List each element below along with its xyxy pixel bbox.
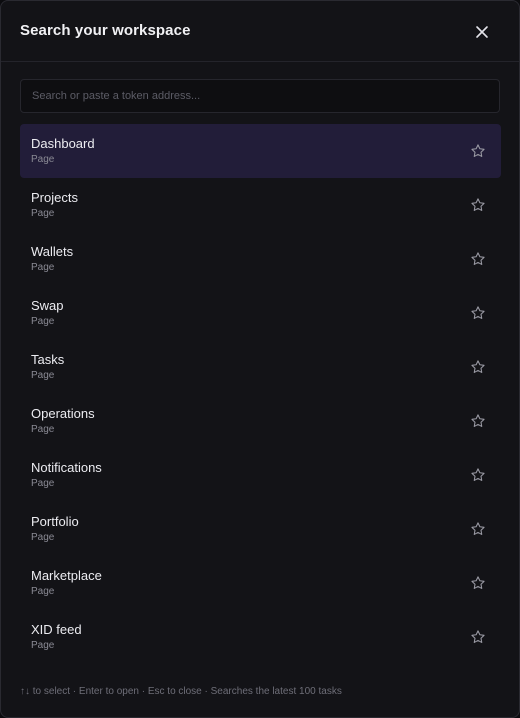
star-icon[interactable]	[470, 197, 486, 213]
result-type: Page	[31, 262, 55, 273]
result-type: Page	[31, 154, 55, 165]
result-name: Marketplace	[31, 568, 102, 583]
search-input[interactable]	[21, 80, 499, 112]
result-name: Operations	[31, 406, 95, 421]
result-type: Page	[31, 424, 55, 435]
close-icon	[476, 26, 488, 38]
result-item[interactable]: Tasks Page	[20, 340, 501, 394]
result-type: Page	[31, 532, 55, 543]
modal-title: Search your workspace	[20, 22, 191, 39]
star-icon[interactable]	[470, 521, 486, 537]
close-button[interactable]	[471, 21, 493, 43]
result-item[interactable]: Portfolio Page	[20, 502, 501, 556]
result-item[interactable]: Operations Page	[20, 394, 501, 448]
star-icon[interactable]	[470, 467, 486, 483]
star-icon[interactable]	[470, 413, 486, 429]
result-item[interactable]: Marketplace Page	[20, 556, 501, 610]
result-item[interactable]: Wallets Page	[20, 232, 501, 286]
result-item[interactable]: Swap Page	[20, 286, 501, 340]
star-icon[interactable]	[470, 359, 486, 375]
result-name: Tasks	[31, 352, 65, 367]
result-type: Page	[31, 478, 55, 489]
result-name: Notifications	[31, 460, 102, 475]
result-type: Page	[31, 208, 55, 219]
result-item[interactable]: Projects Page	[20, 178, 501, 232]
modal-header: Search your workspace	[1, 1, 519, 62]
result-name: Swap	[31, 298, 64, 313]
result-name: Wallets	[31, 244, 74, 259]
result-name: Projects	[31, 190, 78, 205]
result-list: Dashboard Page Projects Page Wallets Page Swap…	[20, 124, 501, 664]
result-name: XID feed	[31, 622, 82, 637]
star-icon[interactable]	[470, 143, 486, 159]
star-icon[interactable]	[470, 251, 486, 267]
result-type: Page	[31, 586, 55, 597]
search-box	[20, 79, 500, 113]
result-item[interactable]: XID feed Page	[20, 610, 501, 664]
result-type: Page	[31, 370, 55, 381]
result-item[interactable]: Dashboard Page	[20, 124, 501, 178]
result-name: Portfolio	[31, 514, 79, 529]
keyboard-hint: ↑↓ to select · Enter to open · Esc to cl…	[20, 686, 342, 697]
result-item[interactable]: Notifications Page	[20, 448, 501, 502]
result-name: Dashboard	[31, 136, 95, 151]
star-icon[interactable]	[470, 629, 486, 645]
search-modal: Search your workspace DashboardPageProje…	[0, 0, 520, 718]
star-icon[interactable]	[470, 575, 486, 591]
result-type: Page	[31, 640, 55, 651]
star-icon[interactable]	[470, 305, 486, 321]
result-type: Page	[31, 316, 55, 327]
